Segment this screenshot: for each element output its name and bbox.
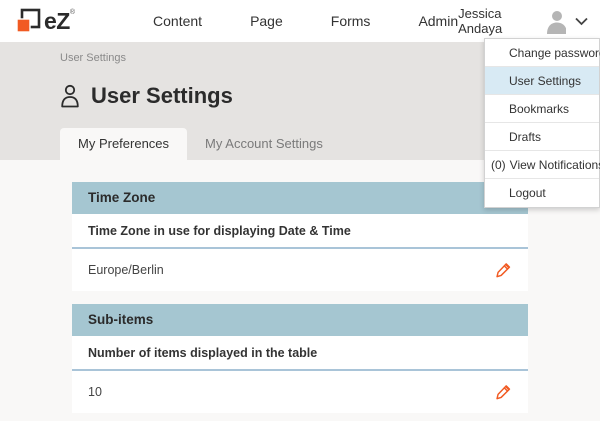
nav-item-page[interactable]: Page bbox=[250, 13, 283, 29]
menu-item-bookmarks[interactable]: Bookmarks bbox=[485, 95, 599, 123]
top-bar: eZ ® Content Page Forms Admin Jessica An… bbox=[0, 0, 600, 42]
ez-logo-icon bbox=[14, 8, 42, 35]
sub-items-value: 10 bbox=[88, 385, 102, 399]
nav-item-forms[interactable]: Forms bbox=[331, 13, 371, 29]
chevron-down-icon bbox=[575, 17, 588, 26]
ez-logo-registered-mark: ® bbox=[70, 9, 75, 16]
nav-item-content[interactable]: Content bbox=[153, 13, 202, 29]
time-zone-value-row: Europe/Berlin bbox=[72, 249, 528, 291]
tab-my-preferences[interactable]: My Preferences bbox=[60, 128, 187, 160]
pencil-icon bbox=[495, 261, 512, 280]
menu-item-user-settings[interactable]: User Settings bbox=[485, 67, 599, 95]
time-zone-value: Europe/Berlin bbox=[88, 263, 164, 277]
tab-my-account-settings[interactable]: My Account Settings bbox=[187, 128, 341, 160]
menu-item-logout[interactable]: Logout bbox=[485, 179, 599, 207]
nav-item-admin[interactable]: Admin bbox=[418, 13, 458, 29]
time-zone-setting-label: Time Zone in use for displaying Date & T… bbox=[72, 214, 528, 249]
section-sub-items: Sub-items Number of items displayed in t… bbox=[72, 304, 528, 413]
pencil-icon bbox=[495, 383, 512, 402]
section-time-zone: Time Zone Time Zone in use for displayin… bbox=[72, 182, 528, 291]
sub-items-setting-label: Number of items displayed in the table bbox=[72, 336, 528, 371]
user-icon bbox=[60, 84, 91, 108]
edit-sub-items-button[interactable] bbox=[493, 381, 514, 404]
user-menu-toggle[interactable]: Jessica Andaya bbox=[458, 6, 588, 36]
ez-logo[interactable]: eZ ® bbox=[14, 8, 75, 35]
section-title-time-zone: Time Zone bbox=[72, 182, 528, 214]
menu-item-change-password[interactable]: Change password bbox=[485, 39, 599, 67]
menu-item-view-notifications-label: View Notifications bbox=[510, 158, 600, 172]
user-avatar bbox=[544, 8, 566, 34]
notifications-count-badge: (0) bbox=[491, 158, 506, 172]
menu-item-drafts[interactable]: Drafts bbox=[485, 123, 599, 151]
ez-logo-text: eZ bbox=[44, 8, 70, 34]
tab-bar: My Preferences My Account Settings bbox=[60, 128, 341, 160]
sub-items-value-row: 10 bbox=[72, 371, 528, 413]
user-dropdown-menu: Change password User Settings Bookmarks … bbox=[484, 38, 600, 208]
section-title-sub-items: Sub-items bbox=[72, 304, 528, 336]
edit-time-zone-button[interactable] bbox=[493, 259, 514, 282]
page-title: User Settings bbox=[91, 83, 233, 109]
main-nav: Content Page Forms Admin bbox=[105, 13, 458, 29]
menu-item-view-notifications[interactable]: (0) View Notifications bbox=[485, 151, 599, 179]
user-name: Jessica Andaya bbox=[458, 6, 535, 36]
